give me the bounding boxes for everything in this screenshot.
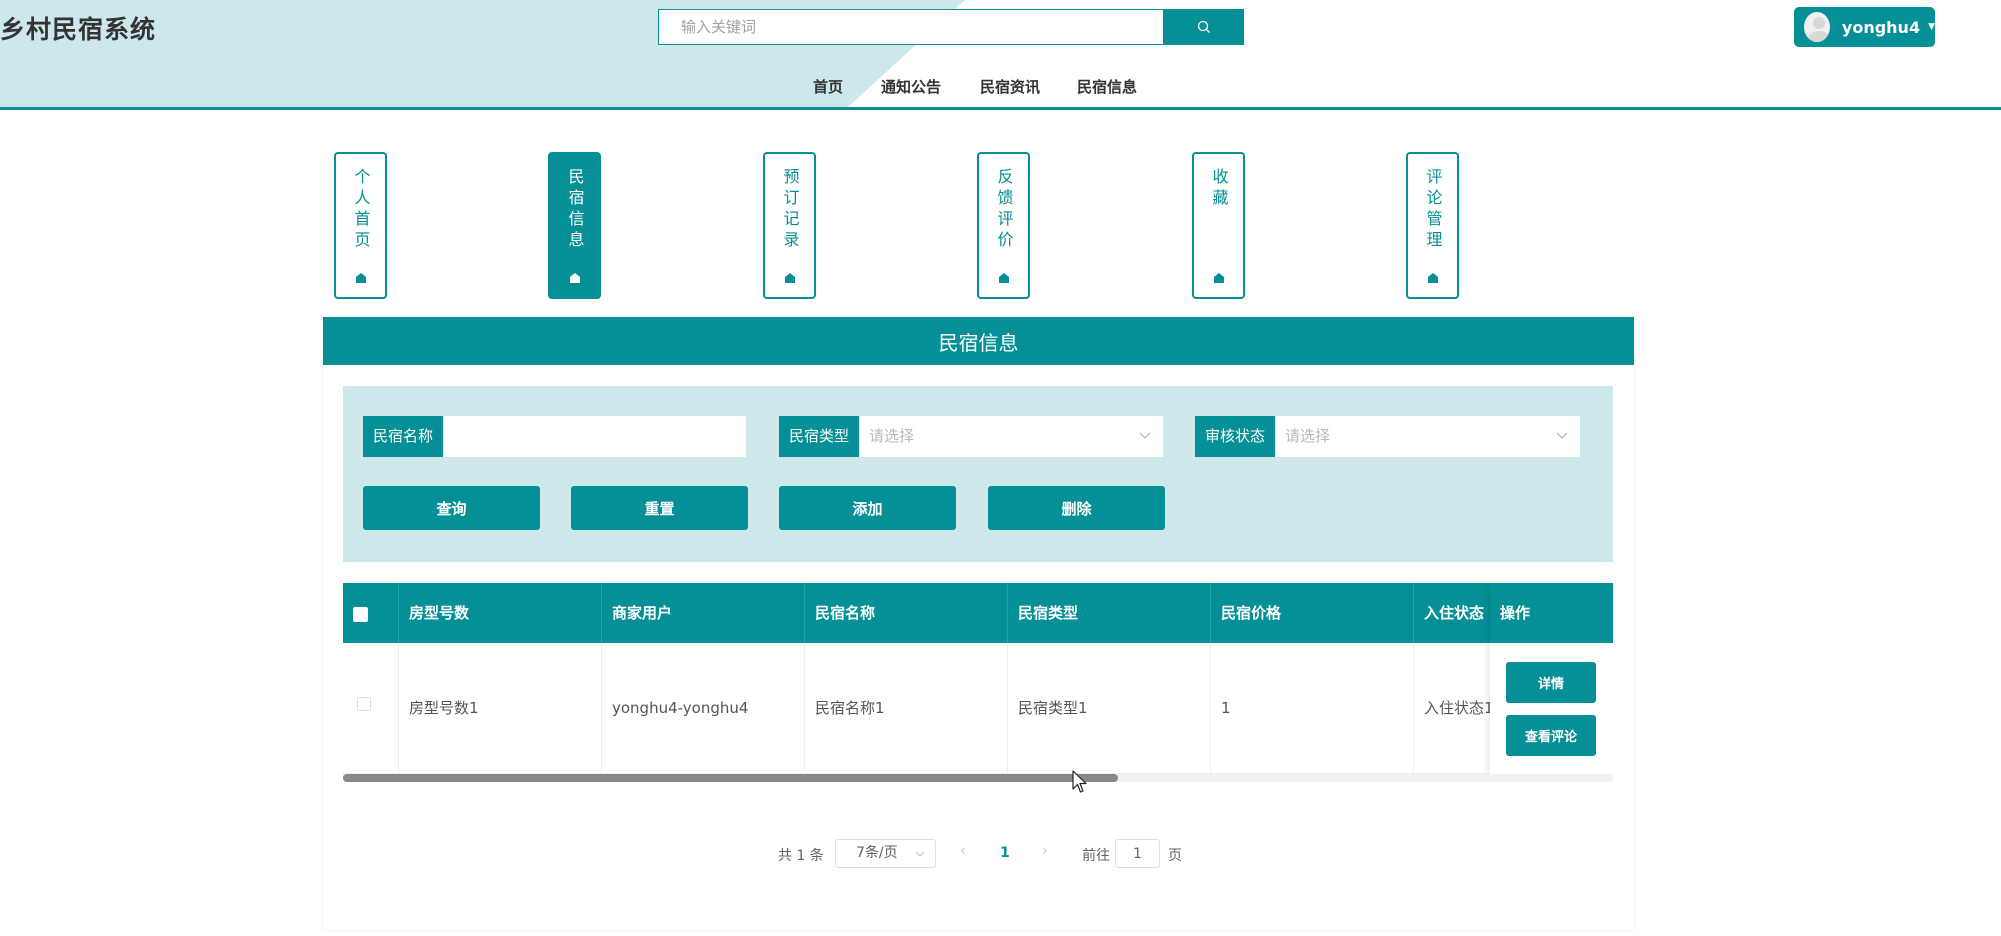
chevron-down-icon bbox=[1139, 432, 1151, 439]
panel-title: 民宿信息 bbox=[323, 317, 1634, 365]
filter-area: 民宿名称 民宿类型 请选择 审核状态 请选择 查询 重置 添加 删除 bbox=[343, 386, 1613, 562]
goto-unit-label: 页 bbox=[1168, 848, 1182, 864]
status-filter: 审核状态 请选择 bbox=[1195, 416, 1581, 457]
search-input[interactable] bbox=[658, 9, 1164, 45]
home-icon bbox=[784, 273, 795, 283]
home-icon bbox=[1427, 273, 1438, 283]
horizontal-scrollbar[interactable] bbox=[343, 774, 1613, 782]
avatar bbox=[1804, 12, 1830, 42]
goto-page-input[interactable] bbox=[1115, 839, 1160, 868]
column-header[interactable]: 民宿名称 bbox=[805, 583, 1008, 643]
add-button[interactable]: 添加 bbox=[779, 486, 956, 530]
page-size-value: 7条/页 bbox=[856, 845, 898, 861]
select-all-column bbox=[343, 583, 399, 643]
menu-tab-label: 反馈评价 bbox=[994, 168, 1014, 252]
operations-column: 操作 详情 查看评论 bbox=[1490, 583, 1613, 774]
name-filter: 民宿名称 bbox=[363, 416, 747, 457]
menu-tab-profile[interactable]: 个人首页 bbox=[334, 152, 387, 299]
table-header: 房型号数 商家用户 民宿名称 民宿类型 民宿价格 入住状态 bbox=[343, 583, 1613, 643]
table-cell: 1 bbox=[1211, 643, 1414, 774]
pagination: 共 1 条 7条/页 ‹ 1 › 前往 页 bbox=[323, 839, 1634, 869]
menu-tab-label: 个人首页 bbox=[351, 168, 371, 252]
site-title: 乡村民宿系统 bbox=[0, 15, 157, 44]
menu-tab-bookings[interactable]: 预订记录 bbox=[763, 152, 816, 299]
reset-button[interactable]: 重置 bbox=[571, 486, 748, 530]
table-cell: 民宿名称1 bbox=[805, 643, 1008, 774]
menu-tab-homestay-info[interactable]: 民宿信息 bbox=[548, 152, 601, 299]
type-filter-select[interactable]: 请选择 bbox=[859, 416, 1164, 457]
type-filter: 民宿类型 请选择 bbox=[779, 416, 1164, 457]
menu-tab-favorites[interactable]: 收藏 bbox=[1192, 152, 1245, 299]
caret-down-icon: ▼ bbox=[1928, 22, 1935, 32]
menu-tab-label: 预订记录 bbox=[780, 168, 800, 252]
column-header[interactable]: 商家用户 bbox=[602, 583, 805, 643]
menu-tab-comments[interactable]: 评论管理 bbox=[1406, 152, 1459, 299]
goto-label: 前往 bbox=[1082, 848, 1110, 864]
home-icon bbox=[998, 273, 1009, 283]
row-checkbox[interactable] bbox=[357, 697, 371, 711]
home-icon bbox=[569, 273, 580, 283]
search-icon bbox=[1197, 20, 1210, 33]
nav-item-home[interactable]: 首页 bbox=[813, 76, 843, 97]
home-icon bbox=[355, 273, 366, 283]
main-nav: 首页 通知公告 民宿资讯 民宿信息 bbox=[0, 76, 2001, 100]
page-number-current[interactable]: 1 bbox=[1000, 845, 1010, 861]
name-filter-label: 民宿名称 bbox=[363, 416, 444, 457]
name-filter-input[interactable] bbox=[443, 416, 747, 457]
mouse-cursor-icon bbox=[1072, 770, 1087, 793]
user-menu-button[interactable]: yonghu4 ▼ bbox=[1794, 7, 1935, 47]
search-button[interactable] bbox=[1163, 9, 1244, 45]
pagination-total: 共 1 条 bbox=[778, 848, 824, 864]
delete-button[interactable]: 删除 bbox=[988, 486, 1165, 530]
content-panel: 民宿信息 民宿名称 民宿类型 请选择 审核状态 请选择 查询 重置 添加 删除 bbox=[323, 317, 1634, 930]
select-all-checkbox[interactable] bbox=[353, 607, 368, 622]
table-cell: 房型号数1 bbox=[399, 643, 602, 774]
column-header: 操作 bbox=[1490, 583, 1613, 643]
menu-tab-feedback[interactable]: 反馈评价 bbox=[977, 152, 1030, 299]
table-row: 房型号数1 yonghu4-yonghu4 民宿名称1 民宿类型1 1 入住状态… bbox=[343, 643, 1613, 774]
type-filter-label: 民宿类型 bbox=[779, 416, 860, 457]
view-comments-button[interactable]: 查看评论 bbox=[1506, 715, 1596, 756]
column-header[interactable]: 房型号数 bbox=[399, 583, 602, 643]
menu-tab-label: 收藏 bbox=[1209, 168, 1229, 210]
nav-item-homestay-info[interactable]: 民宿信息 bbox=[1077, 76, 1137, 97]
table-cell: yonghu4-yonghu4 bbox=[602, 643, 805, 774]
status-filter-select[interactable]: 请选择 bbox=[1275, 416, 1581, 457]
menu-tab-label: 评论管理 bbox=[1423, 168, 1443, 252]
column-header[interactable]: 民宿价格 bbox=[1211, 583, 1414, 643]
query-button[interactable]: 查询 bbox=[363, 486, 540, 530]
status-filter-label: 审核状态 bbox=[1195, 416, 1276, 457]
table-cell: 民宿类型1 bbox=[1008, 643, 1211, 774]
menu-tab-label: 民宿信息 bbox=[565, 168, 585, 252]
page-size-select[interactable]: 7条/页 bbox=[835, 839, 936, 868]
user-name: yonghu4 bbox=[1841, 17, 1921, 37]
nav-item-notices[interactable]: 通知公告 bbox=[881, 76, 941, 97]
status-filter-placeholder: 请选择 bbox=[1285, 427, 1331, 445]
data-table: 房型号数 商家用户 民宿名称 民宿类型 民宿价格 入住状态 房型号数1 yong… bbox=[343, 583, 1613, 775]
header: 乡村民宿系统 yonghu4 ▼ 首页 通知公告 民宿资讯 民宿信息 bbox=[0, 0, 2001, 112]
header-divider bbox=[0, 107, 2001, 110]
type-filter-placeholder: 请选择 bbox=[869, 427, 915, 445]
next-page-icon[interactable]: › bbox=[1042, 843, 1048, 859]
detail-button[interactable]: 详情 bbox=[1506, 662, 1596, 703]
chevron-down-icon bbox=[915, 851, 925, 857]
chevron-down-icon bbox=[1556, 432, 1568, 439]
row-select-cell bbox=[343, 643, 399, 774]
scrollbar-thumb[interactable] bbox=[343, 774, 1118, 782]
prev-page-icon[interactable]: ‹ bbox=[960, 843, 966, 859]
home-icon bbox=[1213, 273, 1224, 283]
column-header[interactable]: 民宿类型 bbox=[1008, 583, 1211, 643]
nav-item-news[interactable]: 民宿资讯 bbox=[980, 76, 1040, 97]
